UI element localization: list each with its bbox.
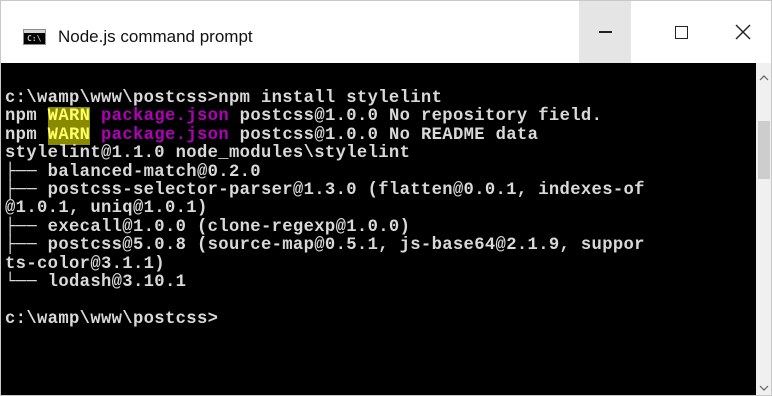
console-line: └── lodash@3.10.1: [5, 273, 187, 293]
scroll-up-icon[interactable]: [759, 73, 769, 83]
console-line: stylelint@1.1.0 node_modules\stylelint: [5, 144, 411, 164]
warn-badge: WARN: [47, 125, 91, 145]
console-line: ├── balanced-match@0.2.0: [5, 162, 261, 182]
console-line-warn: npm WARN package.json postcss@1.0.0 No R…: [5, 125, 539, 145]
console-line-warn: npm WARN package.json postcss@1.0.0 No r…: [5, 107, 603, 127]
scrollbar-thumb[interactable]: [758, 121, 770, 179]
minimize-button[interactable]: [579, 1, 631, 63]
scroll-down-icon[interactable]: [759, 383, 769, 393]
minimize-icon: [598, 31, 612, 33]
console-line: ├── postcss@5.0.8 (source-map@0.5.1, js-…: [5, 236, 645, 256]
title-bar[interactable]: C:\ Node.js command prompt: [1, 1, 771, 63]
vertical-scrollbar[interactable]: [756, 63, 771, 395]
npm-prefix: npm: [5, 125, 48, 145]
command-prompt-icon[interactable]: C:\: [23, 29, 46, 45]
maximize-icon: [674, 25, 688, 39]
package-json-label: package.json: [101, 125, 229, 145]
console-output-area[interactable]: c:\wamp\www\postcss>npm install stylelin…: [1, 63, 756, 395]
console-line: @1.0.1, uniq@1.0.1): [5, 199, 208, 219]
close-button[interactable]: [717, 1, 769, 63]
package-json-label: package.json: [101, 107, 229, 127]
npm-prefix: npm: [5, 107, 48, 127]
console-line: c:\wamp\www\postcss>npm install stylelin…: [5, 89, 443, 108]
window-title: Node.js command prompt: [58, 27, 253, 46]
command-prompt-icon-text: C:\: [27, 34, 42, 43]
warn-badge: WARN: [47, 107, 91, 127]
console-line: ├── execall@1.0.0 (clone-regexp@1.0.0): [5, 217, 411, 237]
console-line: ts-color@3.1.1): [5, 254, 165, 274]
console-text: c:\wamp\www\postcss>npm install stylelin…: [5, 89, 645, 329]
console-line: ├── postcss-selector-parser@1.3.0 (flatt…: [5, 181, 645, 201]
node-command-prompt-window: C:\ Node.js command prompt c:\wamp\www\p…: [0, 0, 772, 396]
maximize-button[interactable]: [655, 1, 707, 63]
console-prompt: c:\wamp\www\postcss>: [5, 309, 219, 329]
close-icon: [735, 24, 751, 40]
